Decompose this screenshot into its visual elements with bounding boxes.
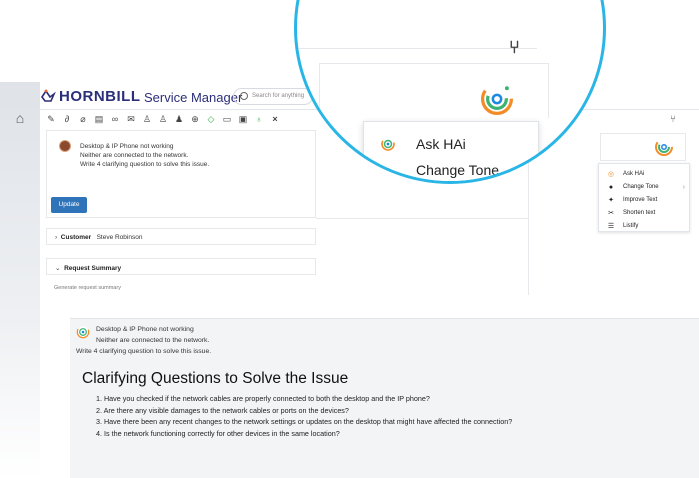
user-icon[interactable]: ♙ bbox=[142, 114, 152, 124]
request-message: Desktop & IP Phone not working Neither a… bbox=[80, 142, 209, 169]
hornbill-logo[interactable]: HORNBILL bbox=[40, 87, 141, 105]
summary-hint: Generate request summary bbox=[54, 285, 121, 291]
zoom-magnifier: ⑂ Ask HAi ● Change Tone › ✦ bbox=[294, 0, 606, 184]
menu-item-label: Listify bbox=[623, 223, 639, 229]
scissors-icon: ✂ bbox=[608, 210, 614, 217]
chevron-right-icon: › bbox=[55, 234, 58, 241]
hai-logo-icon bbox=[76, 325, 90, 339]
customer-value: Steve Robinson bbox=[96, 234, 143, 241]
branch-icon[interactable]: ⑂ bbox=[509, 37, 520, 58]
menu-item-change-tone[interactable]: ● Change Tone › bbox=[380, 158, 530, 181]
speech-bubble-icon: ● bbox=[383, 162, 393, 178]
mail-icon[interactable]: ✉ bbox=[126, 114, 136, 124]
tag-icon[interactable]: ◇ bbox=[206, 114, 216, 124]
menu-item-ask-hai[interactable]: ◎ Ask HAi bbox=[607, 168, 687, 180]
menu-item-label: Ask HAi bbox=[623, 171, 645, 177]
menu-item-label: Change Tone bbox=[623, 184, 659, 190]
add-user-icon[interactable]: ♙ bbox=[158, 114, 168, 124]
menu-item-improve-text[interactable]: ✦ Improve Text bbox=[607, 194, 687, 206]
chain-icon[interactable]: ∞ bbox=[110, 114, 120, 124]
group-icon[interactable]: ♟ bbox=[174, 114, 184, 124]
hai-logo-icon[interactable] bbox=[654, 137, 674, 157]
list-item: 3. Have there been any recent changes to… bbox=[96, 417, 513, 426]
divider bbox=[297, 48, 537, 49]
customer-section[interactable]: › Customer Steve Robinson bbox=[46, 228, 316, 245]
menu-item-label: Change Tone bbox=[416, 162, 500, 178]
document-icon[interactable]: ▤ bbox=[94, 114, 104, 124]
result-title: Clarifying Questions to Solve the Issue bbox=[82, 370, 349, 387]
attachment-icon[interactable]: ⌀ bbox=[78, 114, 88, 124]
bulb-icon[interactable]: ♁ bbox=[254, 114, 264, 124]
request-line: Neither are connected to the network. bbox=[80, 152, 189, 159]
hai-logo-icon bbox=[381, 137, 395, 151]
menu-item-label: Shorten text bbox=[623, 210, 656, 216]
list-icon: ☰ bbox=[607, 223, 615, 230]
plus-circle-icon[interactable]: ⊕ bbox=[190, 114, 200, 124]
hai-logo-icon[interactable] bbox=[479, 81, 515, 117]
speech-bubble-icon: ● bbox=[608, 183, 614, 191]
monitor-icon[interactable]: ▭ bbox=[222, 114, 232, 124]
hai-logo-icon: ◎ bbox=[607, 171, 615, 178]
ai-menu: Ask HAi ● Change Tone › ✦ Improve Text ✂… bbox=[363, 121, 539, 181]
summary-label: Request Summary bbox=[64, 265, 122, 272]
search-icon bbox=[240, 92, 248, 100]
avatar bbox=[59, 140, 71, 152]
request-line: Write 4 clarifying question to solve thi… bbox=[80, 161, 210, 168]
link-icon[interactable]: ∂ bbox=[62, 114, 72, 124]
branch-icon[interactable]: ⑂ bbox=[670, 114, 676, 125]
menu-item-change-tone[interactable]: ● Change Tone › bbox=[607, 181, 687, 193]
left-rail: ⌂ bbox=[0, 82, 40, 478]
request-card: Desktop & IP Phone not working Neither a… bbox=[46, 130, 316, 218]
question-list: 1. Have you checked if the network cable… bbox=[96, 393, 512, 439]
menu-item-label: Improve Text bbox=[623, 197, 658, 203]
chevron-down-icon: ⌄ bbox=[55, 265, 61, 272]
brand-name: HORNBILL bbox=[59, 87, 141, 105]
sparkle-icon: ✦ bbox=[608, 197, 614, 204]
customer-label: Customer bbox=[60, 234, 92, 241]
request-line: Desktop & IP Phone not working bbox=[80, 143, 174, 150]
ai-menu-small: ◎ Ask HAi ● Change Tone › ✦ Improve Text ✂ Sh… bbox=[598, 163, 690, 232]
menu-item-listify[interactable]: ☰ Listify bbox=[607, 220, 687, 232]
summary-section[interactable]: ⌄ Request Summary bbox=[46, 258, 316, 275]
zoom-content: ⑂ Ask HAi ● Change Tone › ✦ bbox=[297, 0, 603, 181]
prompt-line: Neither are connected to the network. bbox=[96, 337, 210, 344]
chevron-right-icon: › bbox=[526, 163, 530, 177]
close-icon[interactable]: × bbox=[270, 114, 280, 124]
edit-icon[interactable]: ✎ bbox=[46, 114, 56, 124]
list-item: 4. Is the network functioning correctly … bbox=[96, 428, 340, 438]
prompt-line: Desktop & IP Phone not working bbox=[96, 326, 194, 333]
app-name: Service Manager bbox=[144, 90, 243, 105]
prompt-line: Write 4 clarifying question to solve thi… bbox=[76, 348, 212, 355]
menu-item-ask-hai[interactable]: Ask HAi bbox=[380, 132, 530, 156]
screenshot-stage: HORNBILL Service Manager Search for anyt… bbox=[0, 0, 699, 478]
update-button[interactable]: Update bbox=[51, 197, 87, 213]
hornbill-mark-icon bbox=[41, 89, 56, 102]
list-item: 1. Have you checked if the network cable… bbox=[96, 394, 430, 403]
home-icon[interactable]: ⌂ bbox=[12, 110, 28, 126]
menu-item-shorten-text[interactable]: ✂ Shorten text bbox=[607, 207, 687, 219]
list-item: 2. Are there any visible damages to the … bbox=[96, 405, 349, 415]
editor-toolbar: ✎ ∂ ⌀ ▤ ∞ ✉ ♙ ♙ ♟ ⊕ ◇ ▭ ▣ ♁ × bbox=[46, 112, 280, 126]
chevron-right-icon: › bbox=[682, 183, 685, 191]
menu-item-label: Ask HAi bbox=[416, 136, 466, 152]
board-icon[interactable]: ▣ bbox=[238, 114, 248, 124]
